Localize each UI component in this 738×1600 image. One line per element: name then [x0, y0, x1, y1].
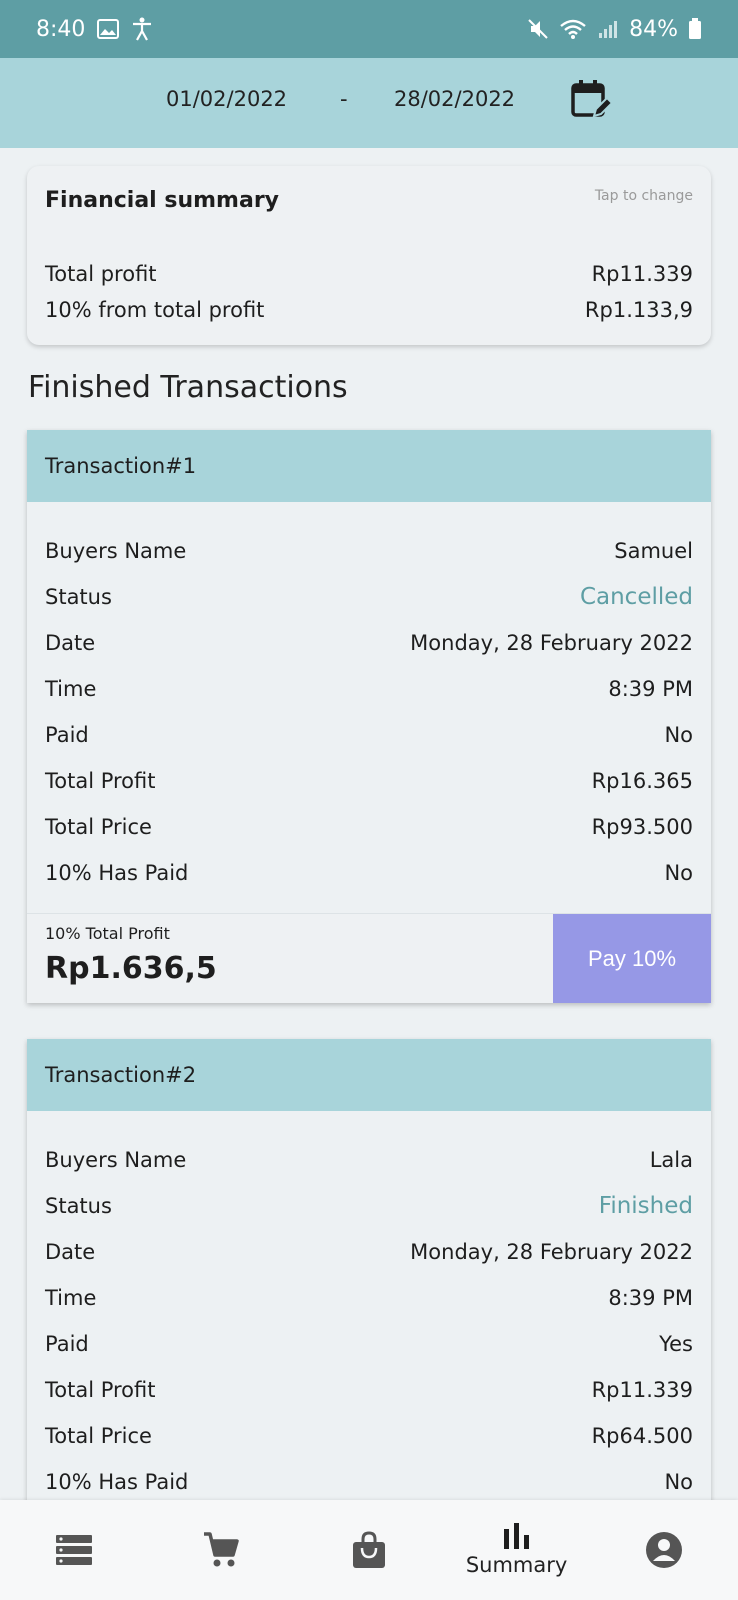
table-row: Date Monday, 28 February 2022	[45, 620, 693, 666]
account-icon	[645, 1531, 683, 1569]
summary-value: Rp11.339	[591, 262, 693, 286]
transaction-card[interactable]: Transaction#1 Buyers Name Samuel Status Ca…	[27, 430, 711, 1003]
row-label: Buyers Name	[45, 1148, 187, 1172]
footer-label: 10% Total Profit	[45, 924, 170, 943]
nav-item-cart[interactable]	[161, 1500, 281, 1600]
row-value: Rp16.365	[591, 769, 693, 793]
row-value: 8:39 PM	[608, 677, 693, 701]
row-value: Yes	[659, 1332, 693, 1356]
date-to[interactable]: 28/02/2022	[394, 87, 515, 111]
row-value: Lala	[649, 1148, 693, 1172]
table-row: Total Profit Rp16.365	[45, 758, 693, 804]
table-row: Date Monday, 28 February 2022	[45, 1229, 693, 1275]
date-from[interactable]: 01/02/2022	[166, 87, 287, 111]
nav-item-list[interactable]	[14, 1500, 134, 1600]
summary-row: Total profit Rp11.339	[45, 262, 693, 286]
row-label: Paid	[45, 723, 89, 747]
financial-summary-card[interactable]: Financial summary Tap to change Total pr…	[27, 166, 711, 345]
bottom-navigation: Summary	[0, 1500, 738, 1600]
status-time: 8:40	[36, 16, 86, 42]
row-label: Paid	[45, 1332, 89, 1356]
table-row: Status Finished	[45, 1183, 693, 1229]
row-value: No	[664, 861, 693, 885]
nav-item-summary[interactable]: Summary	[457, 1500, 577, 1600]
summary-row: 10% from total profit Rp1.133,9	[45, 298, 693, 322]
transaction-header: Transaction#1	[27, 430, 711, 502]
section-title: Finished Transactions	[28, 370, 348, 405]
calendar-edit-icon[interactable]	[570, 78, 614, 120]
table-row: Status Cancelled	[45, 574, 693, 620]
summary-title: Financial summary	[45, 188, 280, 213]
row-label: Time	[45, 677, 97, 701]
row-value: No	[664, 723, 693, 747]
row-value: Rp64.500	[591, 1424, 693, 1448]
tap-to-change-hint[interactable]: Tap to change	[595, 188, 693, 204]
nav-item-account[interactable]	[604, 1500, 724, 1600]
row-label: Total Price	[45, 815, 152, 839]
row-label: Total Price	[45, 1424, 152, 1448]
transaction-card[interactable]: Transaction#2 Buyers Name Lala Status Fini…	[27, 1039, 711, 1509]
list-icon	[55, 1533, 93, 1567]
table-row: Paid Yes	[45, 1321, 693, 1367]
row-label: Date	[45, 1240, 96, 1264]
battery-icon	[688, 18, 702, 40]
date-range-bar: 01/02/2022 - 28/02/2022	[0, 58, 738, 148]
footer-amount: Rp1.636,5	[45, 951, 217, 986]
cart-icon	[202, 1531, 240, 1569]
table-row: Time 8:39 PM	[45, 1275, 693, 1321]
table-row: Total Profit Rp11.339	[45, 1367, 693, 1413]
signal-icon	[597, 18, 619, 40]
wifi-icon	[559, 18, 587, 40]
accessibility-icon	[131, 17, 153, 41]
status-value: Finished	[598, 1193, 693, 1219]
transaction-footer: 10% Total Profit Rp1.636,5 Pay 10%	[27, 913, 711, 1003]
table-row: Total Price Rp93.500	[45, 804, 693, 850]
row-label: 10% Has Paid	[45, 861, 189, 885]
row-label: Date	[45, 631, 96, 655]
table-row: Total Price Rp64.500	[45, 1413, 693, 1459]
battery-text: 84%	[629, 16, 678, 42]
table-row: Buyers Name Samuel	[45, 528, 693, 574]
row-value: Monday, 28 February 2022	[410, 1240, 693, 1264]
row-value: Rp11.339	[591, 1378, 693, 1402]
table-row: 10% Has Paid No	[45, 1459, 693, 1505]
table-row: 10% Has Paid No	[45, 850, 693, 896]
table-row: Paid No	[45, 712, 693, 758]
mute-icon	[527, 18, 549, 40]
row-label: Total Profit	[45, 1378, 156, 1402]
row-value: Samuel	[614, 539, 693, 563]
row-value: Monday, 28 February 2022	[410, 631, 693, 655]
summary-label: Total profit	[45, 262, 157, 286]
image-icon	[97, 19, 120, 39]
summary-label: 10% from total profit	[45, 298, 265, 322]
row-value: No	[664, 1470, 693, 1494]
bar-chart-icon	[502, 1523, 532, 1549]
row-label: 10% Has Paid	[45, 1470, 189, 1494]
nav-label: Summary	[465, 1553, 568, 1577]
row-label: Status	[45, 585, 112, 609]
summary-value: Rp1.133,9	[584, 298, 693, 322]
row-value: 8:39 PM	[608, 1286, 693, 1310]
row-label: Status	[45, 1194, 112, 1218]
shopping-bag-icon	[351, 1531, 387, 1569]
date-separator: -	[340, 87, 348, 111]
transaction-header: Transaction#2	[27, 1039, 711, 1111]
row-label: Total Profit	[45, 769, 156, 793]
nav-item-bag[interactable]	[309, 1500, 429, 1600]
row-label: Buyers Name	[45, 539, 187, 563]
table-row: Time 8:39 PM	[45, 666, 693, 712]
status-value: Cancelled	[579, 584, 693, 610]
row-label: Time	[45, 1286, 97, 1310]
row-value: Rp93.500	[591, 815, 693, 839]
pay-10-percent-button[interactable]: Pay 10%	[553, 914, 711, 1003]
table-row: Buyers Name Lala	[45, 1137, 693, 1183]
total-profit-box: 10% Total Profit Rp1.636,5	[27, 914, 553, 1003]
status-bar: 8:40 84%	[0, 0, 738, 58]
